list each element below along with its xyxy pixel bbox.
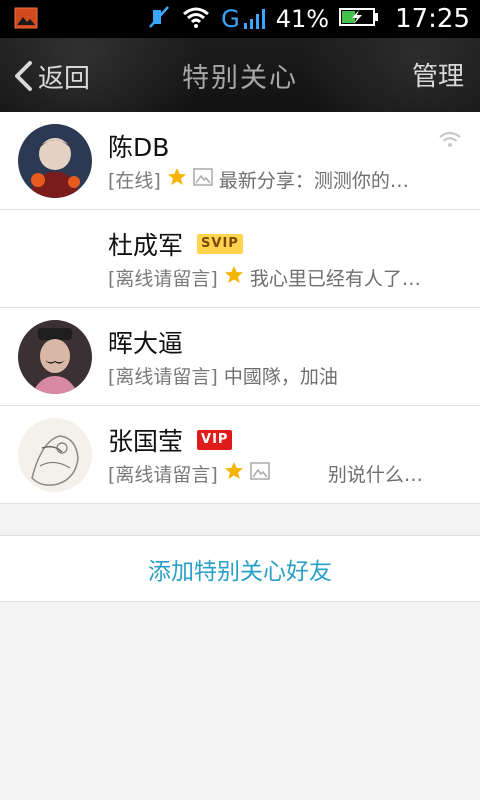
- contact-name: 张国莹: [108, 427, 184, 456]
- mute-icon: [147, 4, 171, 34]
- contact-name: 陈DB: [108, 133, 170, 162]
- wifi-icon: [181, 5, 211, 33]
- network-type: G: [221, 5, 240, 33]
- contact-status: [离线请留言]: [108, 268, 218, 290]
- add-special-care-button[interactable]: 添加特别关心好友: [0, 535, 480, 602]
- star-icon: [224, 265, 244, 290]
- contact-item[interactable]: 陈DB [在线] 最新分享：测测你的…: [0, 112, 480, 210]
- signal-icon: G: [221, 5, 266, 33]
- clock: 17:25: [395, 4, 470, 34]
- contact-status: [在线]: [108, 170, 161, 192]
- contact-item[interactable]: 张国莹 VIP [离线请留言] 别说什么…: [0, 406, 480, 504]
- battery-percent: 41%: [275, 5, 330, 33]
- wifi-icon: [438, 130, 462, 154]
- star-icon: [224, 461, 244, 486]
- page-title: 特别关心: [182, 63, 298, 94]
- svip-badge: SVIP: [197, 234, 243, 254]
- status-bar: G 41% 17:25: [0, 0, 480, 38]
- contact-item[interactable]: 杜成军 SVIP [离线请留言] 我心里已经有人了…: [0, 210, 480, 308]
- image-icon: [193, 168, 213, 191]
- contact-message: 中國隊，加油: [223, 366, 338, 388]
- contact-item[interactable]: 晖大逼 [离线请留言] 中國隊，加油: [0, 308, 480, 406]
- add-button-label: 添加特别关心好友: [148, 558, 332, 585]
- avatar: [18, 320, 92, 394]
- image-icon: [250, 462, 270, 485]
- gallery-icon: [14, 7, 38, 29]
- contact-name: 晖大逼: [108, 329, 184, 358]
- avatar: [18, 418, 92, 492]
- contact-message: 最新分享：测测你的…: [218, 170, 409, 192]
- contact-list: 陈DB [在线] 最新分享：测测你的… 杜成军 SVIP [离线请留言] 我心里…: [0, 112, 480, 504]
- battery-icon: [339, 7, 379, 31]
- vip-badge: VIP: [197, 430, 233, 450]
- app-header: 返回 特别关心 管理: [0, 38, 480, 112]
- manage-button[interactable]: 管理: [412, 56, 464, 93]
- contact-message: 别说什么…: [327, 464, 423, 486]
- contact-message: 我心里已经有人了…: [249, 268, 421, 290]
- contact-status: [离线请留言]: [108, 366, 218, 388]
- contact-status: [离线请留言]: [108, 464, 218, 486]
- contact-name: 杜成军: [108, 231, 184, 260]
- avatar: [18, 124, 92, 198]
- star-icon: [167, 167, 187, 192]
